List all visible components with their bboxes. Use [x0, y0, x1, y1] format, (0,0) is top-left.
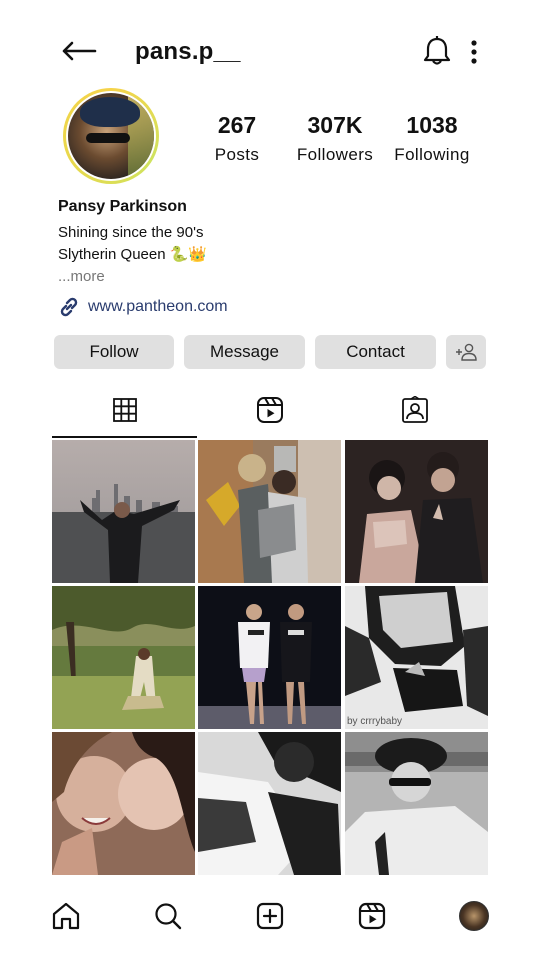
profile-avatar[interactable] — [63, 88, 159, 184]
profile-bio: Pansy Parkinson Shining since the 90's S… — [58, 198, 498, 318]
tab-tagged[interactable] — [342, 384, 487, 436]
tagged-icon — [401, 396, 428, 423]
post-thumbnail[interactable] — [198, 732, 341, 875]
bottom-navigation — [0, 890, 540, 946]
post-thumbnail[interactable] — [52, 732, 195, 875]
following-label: Following — [394, 145, 470, 164]
back-button[interactable] — [58, 34, 100, 68]
post-thumbnail[interactable] — [52, 440, 195, 583]
profile-header: pans.p__ — [0, 0, 540, 100]
link-icon — [60, 297, 78, 317]
post-thumbnail[interactable] — [198, 586, 341, 729]
post-thumbnail[interactable] — [345, 440, 488, 583]
tab-reels[interactable] — [197, 384, 342, 436]
post-thumbnail[interactable] — [52, 586, 195, 729]
profile-username: pans.p__ — [135, 38, 241, 65]
create-icon — [256, 902, 284, 930]
bio-line: Shining since the 90's — [58, 224, 204, 241]
reels-icon — [256, 397, 283, 423]
posts-grid: by crrrybaby — [52, 440, 488, 876]
add-person-icon — [456, 343, 477, 361]
posts-label: Posts — [214, 145, 260, 164]
home-icon — [52, 902, 80, 930]
follow-button[interactable]: Follow — [54, 335, 174, 369]
following-stat[interactable]: 1038 Following — [382, 112, 482, 165]
post-thumbnail[interactable] — [345, 732, 488, 875]
nav-profile[interactable] — [454, 890, 494, 942]
contact-button[interactable]: Contact — [315, 335, 436, 369]
grid-icon — [112, 398, 137, 422]
nav-reels[interactable] — [352, 890, 392, 942]
profile-avatar-icon — [459, 901, 489, 931]
bell-icon — [423, 36, 451, 65]
post-thumbnail[interactable]: by crrrybaby — [345, 586, 488, 729]
content-tabs — [52, 384, 488, 438]
website-url: www.pantheon.com — [88, 298, 228, 315]
bio-line: Slytherin Queen 🐍👑 — [58, 246, 208, 263]
reels-icon — [358, 902, 386, 930]
search-icon — [155, 903, 182, 930]
tab-posts-grid[interactable] — [52, 384, 197, 436]
posts-count: 267 — [217, 112, 257, 138]
avatar-photo — [68, 93, 154, 179]
followers-count: 307K — [307, 112, 363, 138]
more-vertical-icon — [471, 40, 477, 64]
post-caption-watermark: by crrrybaby — [347, 716, 403, 727]
suggested-people-button[interactable] — [446, 335, 486, 369]
post-thumbnail[interactable] — [198, 440, 341, 583]
arrow-left-icon — [62, 41, 97, 61]
display-name: Pansy Parkinson — [58, 198, 187, 215]
website-link[interactable]: www.pantheon.com — [58, 296, 498, 318]
selected-tab-indicator — [52, 436, 197, 438]
bio-more-link[interactable]: ...more — [58, 266, 498, 288]
notifications-button[interactable] — [420, 34, 454, 68]
nav-create[interactable] — [250, 890, 290, 942]
followers-stat[interactable]: 307K Followers — [284, 112, 386, 165]
message-button[interactable]: Message — [184, 335, 305, 369]
following-count: 1038 — [406, 112, 458, 138]
more-options-button[interactable] — [462, 36, 486, 68]
posts-stat[interactable]: 267 Posts — [187, 112, 287, 165]
nav-search[interactable] — [148, 890, 188, 942]
followers-label: Followers — [296, 145, 374, 164]
nav-home[interactable] — [46, 890, 86, 942]
